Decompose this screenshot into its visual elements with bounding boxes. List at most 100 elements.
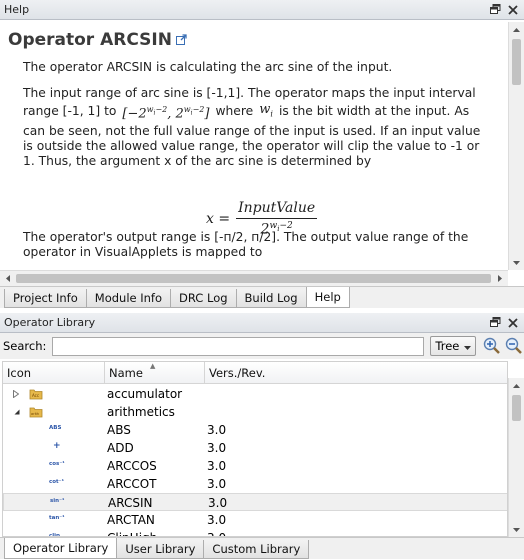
search-label: Search: <box>3 339 47 353</box>
row-name: ADD <box>107 441 134 455</box>
close-icon[interactable] <box>506 316 520 330</box>
library-tree-table: Icon Name ▲ Vers./Rev. Acc accumulator a… <box>2 361 508 537</box>
chevron-down-icon <box>464 339 472 353</box>
row-version: 3.0 <box>207 441 227 455</box>
p2b-end: is the bit width at the input. As <box>278 104 470 119</box>
library-panel-title: Operator Library <box>4 316 96 329</box>
tab-help[interactable]: Help <box>305 287 350 308</box>
help-scroll-thumb[interactable] <box>512 39 521 85</box>
row-name: ClipHigh <box>107 529 157 536</box>
library-table-header: Icon Name ▲ Vers./Rev. <box>3 362 507 384</box>
help-paragraph-2d: is outside the allowed value range, the … <box>23 139 480 153</box>
zoom-out-icon[interactable] <box>504 336 524 356</box>
inline-interval-formula: [−2wi−2, 2wi−2] <box>122 105 210 122</box>
tab-drc-log[interactable]: DRC Log <box>170 289 237 308</box>
scroll-down-icon[interactable] <box>509 522 524 537</box>
tree-row-arithmetics[interactable]: arith arithmetics <box>3 403 507 421</box>
row-name: arithmetics <box>107 405 175 419</box>
tree-row-add[interactable]: + ADD 3.0 <box>3 439 507 457</box>
tab-module-info[interactable]: Module Info <box>85 289 172 308</box>
inline-wi: wi <box>259 102 273 119</box>
scroll-up-icon[interactable] <box>509 378 524 393</box>
tree-row-cliphigh[interactable]: clip ClipHigh 3.0 <box>3 529 507 536</box>
row-version: 3.0 <box>207 459 227 473</box>
help-content: Operator ARCSIN The operator ARCSIN is c… <box>0 22 508 270</box>
tree-row-arctan[interactable]: tan⁻¹ ARCTAN 3.0 <box>3 511 507 529</box>
row-name: ARCCOT <box>107 477 157 491</box>
help-heading-text: Operator ARCSIN <box>8 30 172 50</box>
tree-row-abs[interactable]: ABS ABS 3.0 <box>3 421 507 439</box>
view-mode-select[interactable]: Tree <box>430 336 477 356</box>
help-tabbar: Project Info Module Info DRC Log Build L… <box>0 286 524 308</box>
scroll-down-icon[interactable] <box>509 255 524 270</box>
library-titlebar: Operator Library <box>0 313 524 333</box>
help-paragraph-2a: The input range of arc sine is [-1,1]. T… <box>23 86 476 100</box>
tree-row-accumulator[interactable]: Acc accumulator <box>3 385 507 403</box>
tab-user-library[interactable]: User Library <box>116 540 205 559</box>
search-input[interactable] <box>52 336 425 356</box>
svg-text:Acc: Acc <box>32 393 39 398</box>
help-paragraph-3b: operator in VisualApplets is mapped to <box>23 245 263 259</box>
row-version: 3.0 <box>207 423 227 437</box>
row-name: accumulator <box>107 387 183 401</box>
library-tabbar: Operator Library User Library Custom Lib… <box>0 537 524 559</box>
scroll-right-icon[interactable] <box>492 271 507 286</box>
zoom-in-icon[interactable] <box>482 336 502 356</box>
restore-icon[interactable] <box>488 316 502 330</box>
restore-icon[interactable] <box>488 3 502 17</box>
help-hscroll-thumb[interactable] <box>16 274 491 283</box>
help-heading: Operator ARCSIN <box>8 30 187 50</box>
tab-build-log[interactable]: Build Log <box>235 289 307 308</box>
row-name: ARCSIN <box>108 496 153 510</box>
library-search-row: Search: Tree <box>0 333 524 359</box>
formula-numerator: InputValue <box>236 200 318 219</box>
p2b-start: range [-1, 1] to <box>23 104 117 119</box>
row-name: ARCTAN <box>107 513 155 527</box>
row-version: 3.0 <box>208 496 228 510</box>
folder-accumulator-icon: Acc <box>29 387 43 401</box>
row-version: 3.0 <box>207 513 227 527</box>
row-version: 3.0 <box>207 529 226 536</box>
tab-custom-library[interactable]: Custom Library <box>203 540 310 559</box>
help-panel: Help Operator ARCSIN The operator ARCSIN… <box>0 0 524 312</box>
help-paragraph-2c: can be seen, not the full value range of… <box>23 124 481 138</box>
tree-row-arccos[interactable]: cos⁻¹ ARCCOS 3.0 <box>3 457 507 475</box>
close-icon[interactable] <box>506 3 520 17</box>
tab-project-info[interactable]: Project Info <box>4 289 87 308</box>
arcsin-operator-icon: sin⁻¹ <box>50 498 65 504</box>
expand-chevron-right-icon[interactable] <box>11 389 21 399</box>
tree-row-arcsin[interactable]: sin⁻¹ ARCSIN 3.0 <box>3 493 507 511</box>
help-titlebar: Help <box>0 0 524 20</box>
arctan-operator-icon: tan⁻¹ <box>49 515 65 521</box>
view-mode-value: Tree <box>435 339 460 353</box>
abs-operator-icon: ABS <box>49 425 62 431</box>
help-paragraph-2e: 1. Thus, the argument x of the arc sine … <box>23 154 372 168</box>
p2b-where: where <box>215 104 254 119</box>
help-panel-title: Help <box>4 3 30 16</box>
scroll-left-icon[interactable] <box>0 271 15 286</box>
sort-ascending-icon: ▲ <box>150 362 156 370</box>
tab-operator-library[interactable]: Operator Library <box>4 538 118 559</box>
row-name: ARCCOS <box>107 459 157 473</box>
column-header-icon[interactable]: Icon <box>3 362 105 384</box>
help-paragraph-1: The operator ARCSIN is calculating the a… <box>23 60 393 74</box>
svg-text:arith: arith <box>31 412 39 416</box>
library-vertical-scrollbar[interactable] <box>508 378 524 537</box>
row-name: ABS <box>107 423 131 437</box>
scroll-up-icon[interactable] <box>509 22 524 37</box>
arccot-operator-icon: cot⁻¹ <box>49 479 64 485</box>
library-scroll-thumb[interactable] <box>512 395 521 421</box>
add-operator-icon: + <box>53 441 61 451</box>
help-paragraph-3a: The operator's output range is [-п/2, п/… <box>23 230 469 244</box>
expanded-chevron-down-icon[interactable] <box>11 407 21 417</box>
formula-lhs: x = <box>206 210 231 227</box>
folder-arithmetics-icon: arith <box>29 405 43 419</box>
arccos-operator-icon: cos⁻¹ <box>49 461 65 467</box>
help-vertical-scrollbar[interactable] <box>508 22 524 270</box>
tree-row-arccot[interactable]: cot⁻¹ ARCCOT 3.0 <box>3 475 507 493</box>
row-version: 3.0 <box>207 477 227 491</box>
external-link-icon[interactable] <box>175 30 187 50</box>
help-paragraph-2b: range [-1, 1] to [−2wi−2, 2wi−2] where w… <box>23 102 493 122</box>
column-header-version[interactable]: Vers./Rev. <box>205 362 507 384</box>
help-horizontal-scrollbar[interactable] <box>0 270 508 286</box>
